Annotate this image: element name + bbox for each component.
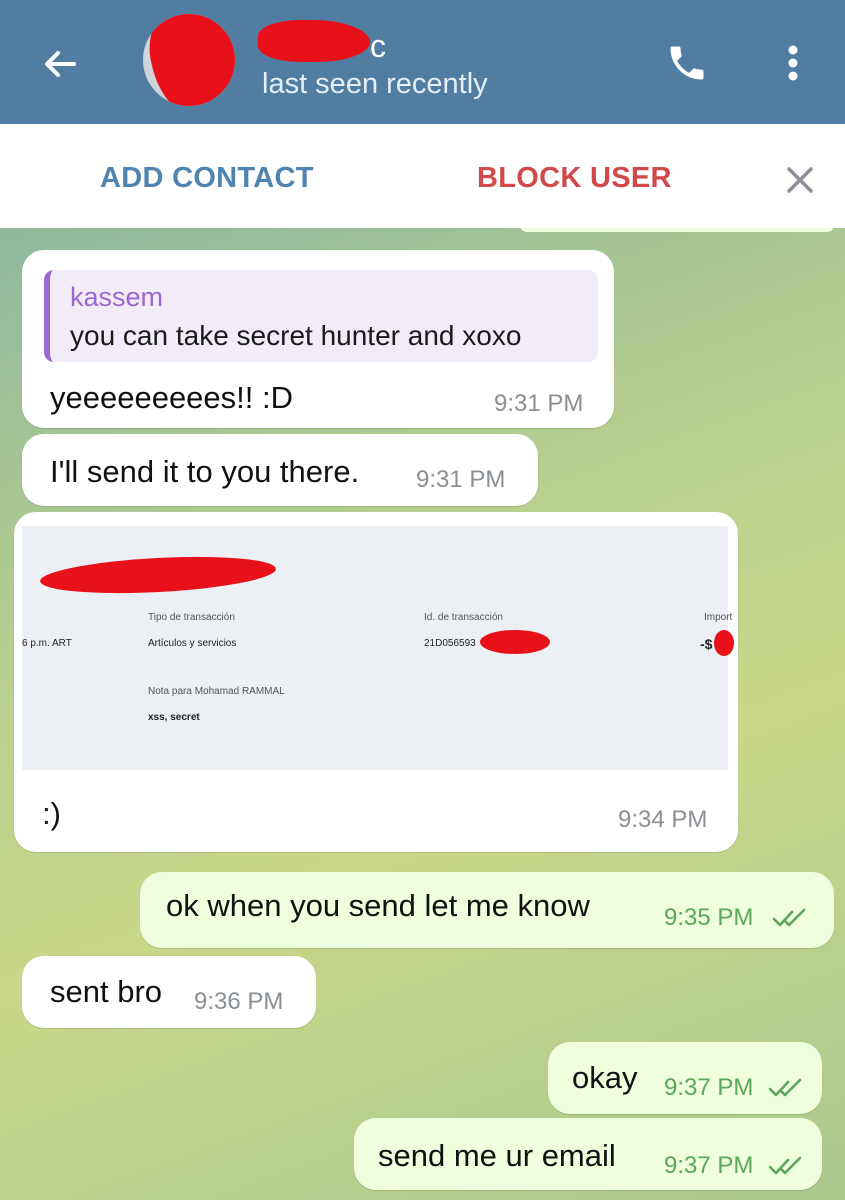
receipt-amount-value: -$ bbox=[700, 636, 713, 652]
message-time: 9:37 PM bbox=[664, 1074, 754, 1101]
close-action-bar-button[interactable] bbox=[780, 160, 820, 200]
avatar[interactable] bbox=[143, 14, 235, 106]
back-button[interactable] bbox=[38, 42, 82, 86]
block-user-button[interactable]: BLOCK USER bbox=[477, 162, 672, 195]
message-outgoing[interactable]: okay 9:37 PM bbox=[548, 1042, 822, 1114]
double-check-icon bbox=[768, 1156, 802, 1175]
message-text: sent bro bbox=[50, 974, 163, 1009]
message-time: 9:34 PM bbox=[618, 806, 708, 833]
redaction-scribble bbox=[714, 630, 734, 656]
message-incoming[interactable]: I'll send it to you there. 9:31 PM bbox=[22, 434, 538, 506]
add-contact-button[interactable]: ADD CONTACT bbox=[100, 162, 314, 195]
reply-quote-text: you can take secret hunter and xoxo bbox=[70, 320, 522, 351]
redaction-scribble bbox=[480, 630, 550, 654]
back-arrow-icon bbox=[45, 51, 76, 77]
redaction-scribble bbox=[143, 14, 235, 106]
receipt-col-type-header: Tipo de transacción bbox=[148, 612, 235, 623]
reply-quote-author: kassem bbox=[70, 282, 164, 312]
more-vertical-icon bbox=[788, 45, 798, 81]
previous-message-edge bbox=[520, 228, 834, 232]
message-time: 9:35 PM bbox=[664, 904, 754, 931]
receipt-id-value: 21D056593 bbox=[424, 638, 476, 649]
reply-quote[interactable]: kassem you can take secret hunter and xo… bbox=[44, 270, 598, 362]
double-check-icon bbox=[772, 908, 806, 927]
message-text: I'll send it to you there. bbox=[50, 454, 360, 489]
close-icon bbox=[787, 167, 813, 193]
receipt-note-label: Nota para Mohamad RAMMAL bbox=[148, 686, 285, 697]
message-time: 9:31 PM bbox=[494, 390, 584, 417]
receipt-col-id-header: Id. de transacción bbox=[424, 612, 503, 623]
receipt-col-amount-header: Import bbox=[704, 612, 733, 623]
message-outgoing[interactable]: send me ur email 9:37 PM bbox=[354, 1118, 822, 1190]
receipt-note-value: xss, secret bbox=[148, 712, 200, 723]
message-incoming[interactable]: kassem you can take secret hunter and xo… bbox=[22, 250, 614, 428]
chat-header: c last seen recently bbox=[0, 0, 845, 124]
message-outgoing[interactable]: ok when you send let me know 9:35 PM bbox=[140, 872, 834, 948]
redaction-scribble bbox=[258, 20, 370, 62]
message-text: yeeeeeeeees!! :D bbox=[50, 380, 294, 415]
message-time: 9:36 PM bbox=[194, 988, 284, 1015]
contact-name[interactable]: c bbox=[258, 16, 398, 64]
last-seen-status: last seen recently bbox=[262, 68, 488, 100]
contact-name-visible: c bbox=[370, 28, 386, 64]
double-check-icon bbox=[768, 1078, 802, 1097]
contact-action-bar: ADD CONTACT BLOCK USER bbox=[0, 124, 845, 228]
message-incoming-photo[interactable]: Tipo de transacción Id. de transacción I… bbox=[14, 512, 738, 852]
redaction-scribble bbox=[39, 551, 277, 599]
receipt-date: 6 p.m. ART bbox=[22, 638, 72, 649]
phone-icon bbox=[670, 46, 704, 80]
message-text: okay bbox=[572, 1060, 638, 1095]
message-list[interactable]: kassem you can take secret hunter and xo… bbox=[0, 228, 845, 1200]
message-time: 9:37 PM bbox=[664, 1152, 754, 1179]
message-text: send me ur email bbox=[378, 1138, 616, 1173]
message-text: ok when you send let me know bbox=[166, 888, 590, 923]
photo-caption: :) bbox=[42, 796, 61, 831]
receipt-image[interactable]: Tipo de transacción Id. de transacción I… bbox=[22, 526, 734, 770]
message-incoming[interactable]: sent bro 9:36 PM bbox=[22, 956, 316, 1028]
call-button[interactable] bbox=[662, 38, 712, 88]
receipt-type-value: Artículos y servicios bbox=[148, 638, 237, 649]
message-time: 9:31 PM bbox=[416, 466, 506, 493]
more-menu-button[interactable] bbox=[768, 38, 818, 88]
